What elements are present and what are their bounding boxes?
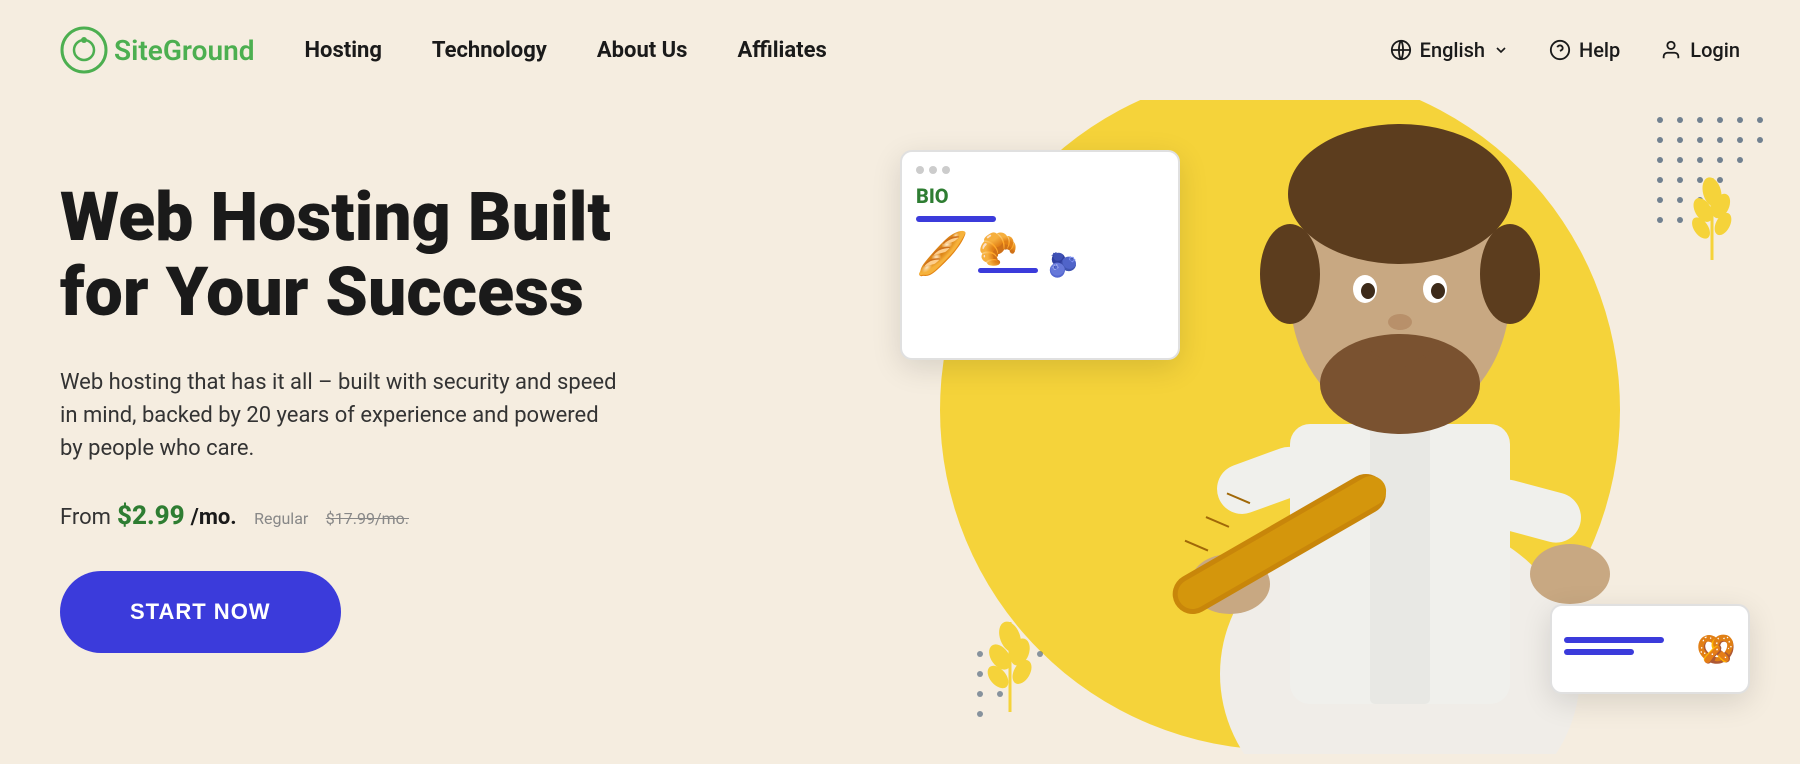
dot-2 (929, 166, 937, 174)
mobile-card: 🥨 (1550, 604, 1750, 694)
user-icon (1660, 39, 1682, 61)
bio-card-line (916, 216, 996, 222)
nav-right: English Help Login (1390, 38, 1740, 62)
language-icon (1390, 39, 1412, 61)
dot-1 (916, 166, 924, 174)
blueberry-icon: 🫐 (1048, 251, 1078, 279)
hero-visual: BIO 🥖 🥐 🫐 (700, 100, 1800, 754)
price-period: /mo. (191, 505, 237, 530)
help-icon (1549, 39, 1571, 61)
language-selector[interactable]: English (1390, 38, 1509, 62)
hero-title: Web Hosting Built for Your Success (60, 180, 680, 330)
wheat-left-icon (980, 612, 1040, 724)
nav-links: Hosting Technology About Us Affiliates (305, 38, 1390, 63)
logo[interactable]: SiteGround (60, 26, 255, 74)
login-link[interactable]: Login (1660, 38, 1740, 62)
hero-subtitle: Web hosting that has it all – built with… (60, 366, 620, 465)
hero-price: From $2.99/mo. Regular $17.99/mo. (60, 501, 680, 531)
nav-link-technology[interactable]: Technology (432, 38, 547, 63)
logo-text: SiteGround (114, 34, 255, 67)
price-regular-value: $17.99/mo. (326, 509, 409, 528)
hero-section: Web Hosting Built for Your Success Web h… (0, 100, 1800, 764)
croissant-icon: 🥐 (978, 230, 1018, 268)
chevron-down-icon (1493, 42, 1509, 58)
nav-link-hosting[interactable]: Hosting (305, 38, 382, 63)
pretzel-icon: 🥨 (1696, 630, 1736, 668)
bio-card-title: BIO (916, 184, 1164, 208)
mobile-line-2 (1564, 649, 1634, 655)
wheat-right-icon (1685, 170, 1740, 273)
bread-icon: 🥖 (916, 230, 968, 279)
logo-icon (60, 26, 108, 74)
navbar: SiteGround Hosting Technology About Us A… (0, 0, 1800, 100)
mobile-card-lines (1564, 637, 1686, 661)
nav-link-about[interactable]: About Us (597, 38, 688, 63)
start-now-button[interactable]: START NOW (60, 571, 341, 653)
dot-3 (942, 166, 950, 174)
hero-content: Web Hosting Built for Your Success Web h… (60, 160, 680, 653)
mobile-line-1 (1564, 637, 1664, 643)
bio-card-content: 🥖 🥐 🫐 (916, 230, 1164, 279)
bio-small-line (978, 268, 1038, 273)
price-value: $2.99 (117, 501, 185, 531)
bio-card-dots (916, 166, 1164, 174)
bio-card: BIO 🥖 🥐 🫐 (900, 150, 1180, 360)
nav-link-affiliates[interactable]: Affiliates (738, 38, 827, 63)
help-link[interactable]: Help (1549, 38, 1620, 62)
price-regular-label: Regular (254, 509, 308, 528)
